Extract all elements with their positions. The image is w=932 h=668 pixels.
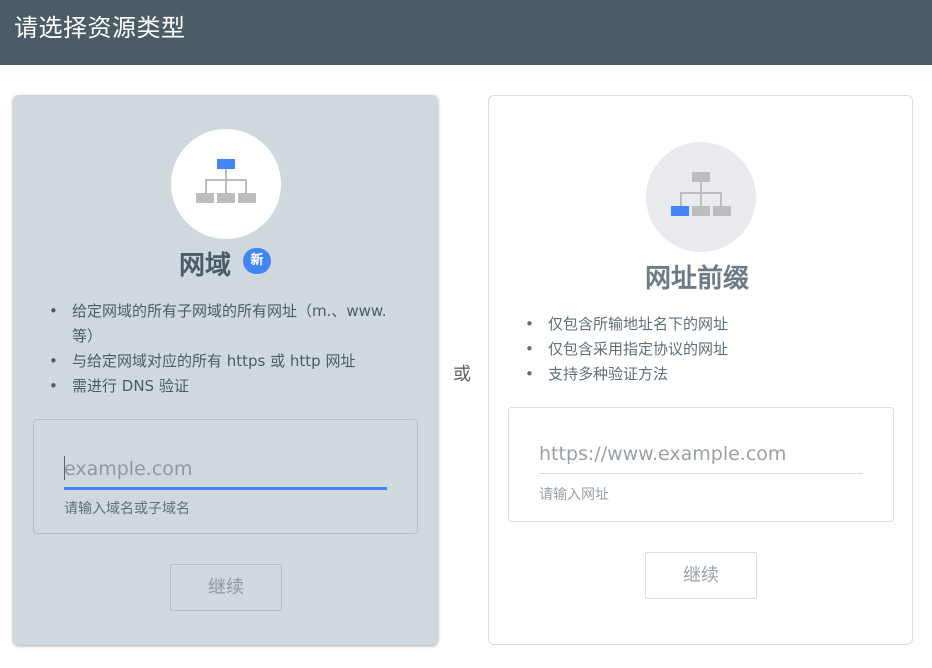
domain-input-box: 请输入域名或子域名 (33, 419, 418, 534)
sitemap-icon (196, 159, 256, 203)
page-header: 请选择资源类型 (0, 0, 932, 65)
prefix-feature-list: 仅包含所输地址名下的网址 仅包含采用指定协议的网址 支持多种验证方法 (525, 312, 885, 387)
prefix-input-hint: 请输入网址 (539, 487, 609, 503)
feature-item: 仅包含所输地址名下的网址 (525, 312, 885, 337)
sitemap-icon (671, 172, 731, 216)
prefix-input-box: 请输入网址 (508, 407, 894, 522)
domain-card-title: 网域 (179, 251, 232, 281)
url-prefix-input[interactable] (539, 434, 862, 474)
feature-item: 与给定网域对应的所有 https 或 http 网址 (49, 349, 389, 374)
domain-continue-button[interactable]: 继续 (170, 564, 282, 611)
domain-property-card[interactable]: 网域 新 给定网域的所有子网域的所有网址（m.、www. 等） 与给定网域对应的… (13, 95, 438, 645)
feature-item: 仅包含采用指定协议的网址 (525, 337, 885, 362)
domain-input[interactable] (64, 450, 387, 490)
prefix-continue-button[interactable]: 继续 (645, 552, 757, 599)
prefix-icon-circle (646, 142, 756, 252)
domain-input-hint: 请输入域名或子域名 (64, 501, 190, 517)
feature-item: 支持多种验证方法 (525, 362, 885, 387)
domain-feature-list: 给定网域的所有子网域的所有网址（m.、www. 等） 与给定网域对应的所有 ht… (49, 299, 389, 399)
page-title: 请选择资源类型 (14, 14, 186, 42)
new-badge: 新 (243, 248, 271, 274)
feature-item: 给定网域的所有子网域的所有网址（m.、www. 等） (49, 299, 389, 349)
text-caret (64, 456, 65, 480)
prefix-card-title: 网址前缀 (645, 264, 750, 294)
feature-item: 需进行 DNS 验证 (49, 374, 389, 399)
domain-icon-circle (171, 129, 281, 239)
url-prefix-property-card[interactable]: 网址前缀 仅包含所输地址名下的网址 仅包含采用指定协议的网址 支持多种验证方法 … (488, 95, 913, 645)
or-separator: 或 (453, 364, 471, 385)
